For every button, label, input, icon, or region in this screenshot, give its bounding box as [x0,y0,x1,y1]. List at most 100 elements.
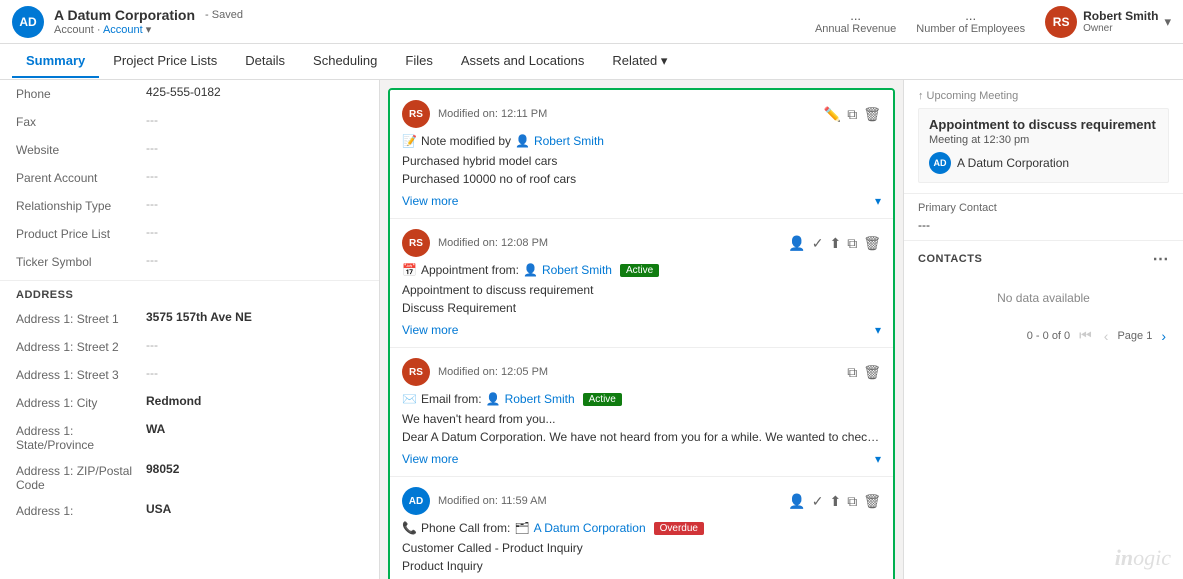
header-title-area: A Datum Corporation - Saved Account · Ac… [54,7,243,36]
employees-stat: ... Number of Employees [916,8,1025,35]
card1-type: 📝 Note modified by 👤 Robert Smith [402,134,881,148]
active-badge-3: Active [583,393,622,406]
main-layout: Phone 425-555-0182 Fax --- Website --- P… [0,80,1183,579]
contacts-menu-icon[interactable]: ⋯ [1153,249,1170,269]
primary-contact-section: Primary Contact --- [904,194,1183,240]
card1-time: Modified on: 12:11 PM [438,108,547,120]
primary-contact-label: Primary Contact [918,202,1169,214]
avatar-rs-1: RS [402,100,430,128]
header-right: ... Annual Revenue ... Number of Employe… [815,6,1171,38]
copy-icon-3[interactable]: ⧉ [847,364,857,381]
field-street1: Address 1: Street 1 3575 157th Ave NE [0,305,379,333]
tab-scheduling[interactable]: Scheduling [299,45,391,78]
card4-type: 📞 Phone Call from: 🗂 A Datum Corporation… [402,521,881,535]
copy-icon[interactable]: ⧉ [847,106,857,123]
timeline-card-note: RS Modified on: 12:11 PM ✏️ ⧉ 🗑 📝 Note m… [390,90,893,219]
edit-icon[interactable]: ✏️ [824,106,841,123]
first-page-button[interactable]: ⏮ [1076,327,1095,344]
phone-icon: 📞 [402,521,417,535]
avatar-rs-2: RS [402,229,430,257]
tab-related[interactable]: Related ▾ [598,45,681,79]
field-street2: Address 1: Street 2 --- [0,333,379,361]
card1-view-more[interactable]: View more ▾ [402,194,881,208]
upload-icon-4[interactable]: ⬆ [829,493,841,510]
card3-type: ✉️ Email from: 👤 Robert Smith Active [402,392,881,406]
left-panel: Phone 425-555-0182 Fax --- Website --- P… [0,80,380,579]
field-street3: Address 1: Street 3 --- [0,361,379,389]
field-relationship-type: Relationship Type --- [0,192,379,220]
field-ticker-symbol: Ticker Symbol --- [0,248,379,276]
delete-icon-4[interactable]: 🗑 [863,493,881,510]
timeline-card-email: RS Modified on: 12:05 PM ⧉ 🗑 ✉️ Email fr… [390,348,893,477]
appointment-org-name: A Datum Corporation [957,156,1069,170]
card3-view-more[interactable]: View more ▾ [402,452,881,466]
avatar-rs-3: RS [402,358,430,386]
card2-view-more[interactable]: View more ▾ [402,323,881,337]
top-header: AD A Datum Corporation - Saved Account ·… [0,0,1183,44]
primary-contact-value: --- [918,218,1169,232]
appointment-org-avatar: AD [929,152,951,174]
field-city: Address 1: City Redmond [0,389,379,417]
tab-files[interactable]: Files [391,45,446,78]
card3-time: Modified on: 12:05 PM [438,366,548,378]
inogic-watermark: inogic [1115,545,1171,571]
delete-icon[interactable]: 🗑 [863,106,881,123]
timeline-panel: RS Modified on: 12:11 PM ✏️ ⧉ 🗑 📝 Note m… [380,80,903,579]
delete-icon-2[interactable]: 🗑 [863,235,881,252]
user-avatar: RS [1045,6,1077,38]
email-icon: ✉️ [402,392,417,406]
card2-time: Modified on: 12:08 PM [438,237,548,249]
contacts-label: CONTACTS [918,253,982,265]
copy-icon-2[interactable]: ⧉ [847,235,857,252]
prev-page-button[interactable]: ‹ [1101,328,1112,344]
tab-project-price-lists[interactable]: Project Price Lists [99,45,231,78]
contacts-section-header: CONTACTS ⋯ [904,240,1183,275]
upcoming-meeting-section: ↑ Upcoming Meeting Appointment to discus… [904,80,1183,194]
overdue-badge: Overdue [654,522,704,535]
next-page-button[interactable]: › [1158,328,1169,344]
card3-content: We haven't heard from you...Dear A Datum… [402,410,881,446]
card1-content: Purchased hybrid model carsPurchased 100… [402,152,881,188]
breadcrumb: Account · Account ▾ [54,23,243,36]
note-icon: 📝 [402,134,417,148]
timeline-highlighted-group: RS Modified on: 12:11 PM ✏️ ⧉ 🗑 📝 Note m… [388,88,895,579]
contacts-no-data: No data available [918,279,1169,317]
company-name: A Datum Corporation [54,7,195,23]
appointment-icon: 📅 [402,263,417,277]
appointment-who: AD A Datum Corporation [929,152,1158,174]
tab-assets-locations[interactable]: Assets and Locations [447,45,599,78]
avatar-ad-4: AD [402,487,430,515]
header-left: AD A Datum Corporation - Saved Account ·… [12,6,243,38]
saved-badge: - Saved [205,9,243,21]
person-icon[interactable]: 👤 [788,235,805,252]
upcoming-meeting-label: ↑ Upcoming Meeting [918,90,1169,102]
appointment-subtitle: Meeting at 12:30 pm [929,134,1158,146]
check-icon-4[interactable]: ✓ [812,493,824,510]
nav-tabs: Summary Project Price Lists Details Sche… [0,44,1183,80]
user-area[interactable]: RS Robert Smith Owner ▾ [1045,6,1171,38]
person-icon-4[interactable]: 👤 [788,493,805,510]
field-fax: Fax --- [0,108,379,136]
card2-type: 📅 Appointment from: 👤 Robert Smith Activ… [402,263,881,277]
upload-icon[interactable]: ⬆ [829,235,841,252]
card4-content: Customer Called - Product InquiryProduct… [402,539,881,575]
pagination-range: 0 - 0 of 0 [1027,330,1070,342]
tab-details[interactable]: Details [231,45,299,78]
user-chevron-icon[interactable]: ▾ [1164,14,1171,30]
delete-icon-3[interactable]: 🗑 [863,364,881,381]
annual-revenue-stat: ... Annual Revenue [815,8,896,35]
field-country: Address 1: USA [0,497,379,525]
timeline-card-appointment: RS Modified on: 12:08 PM 👤 ✓ ⬆ ⧉ 🗑 📅 App… [390,219,893,348]
address-section-header: ADDRESS [0,280,379,305]
field-phone: Phone 425-555-0182 [0,80,379,108]
check-icon[interactable]: ✓ [812,235,824,252]
field-website: Website --- [0,136,379,164]
field-state: Address 1: State/Province WA [0,417,379,457]
contacts-pagination: 0 - 0 of 0 ⏮ ‹ Page 1 › [904,321,1183,350]
appointment-title: Appointment to discuss requirement [929,117,1158,132]
tab-summary[interactable]: Summary [12,45,99,78]
appointment-card: Appointment to discuss requirement Meeti… [918,108,1169,183]
card2-content: Appointment to discuss requirementDiscus… [402,281,881,317]
copy-icon-4[interactable]: ⧉ [847,493,857,510]
contacts-no-data-area: No data available [904,275,1183,321]
